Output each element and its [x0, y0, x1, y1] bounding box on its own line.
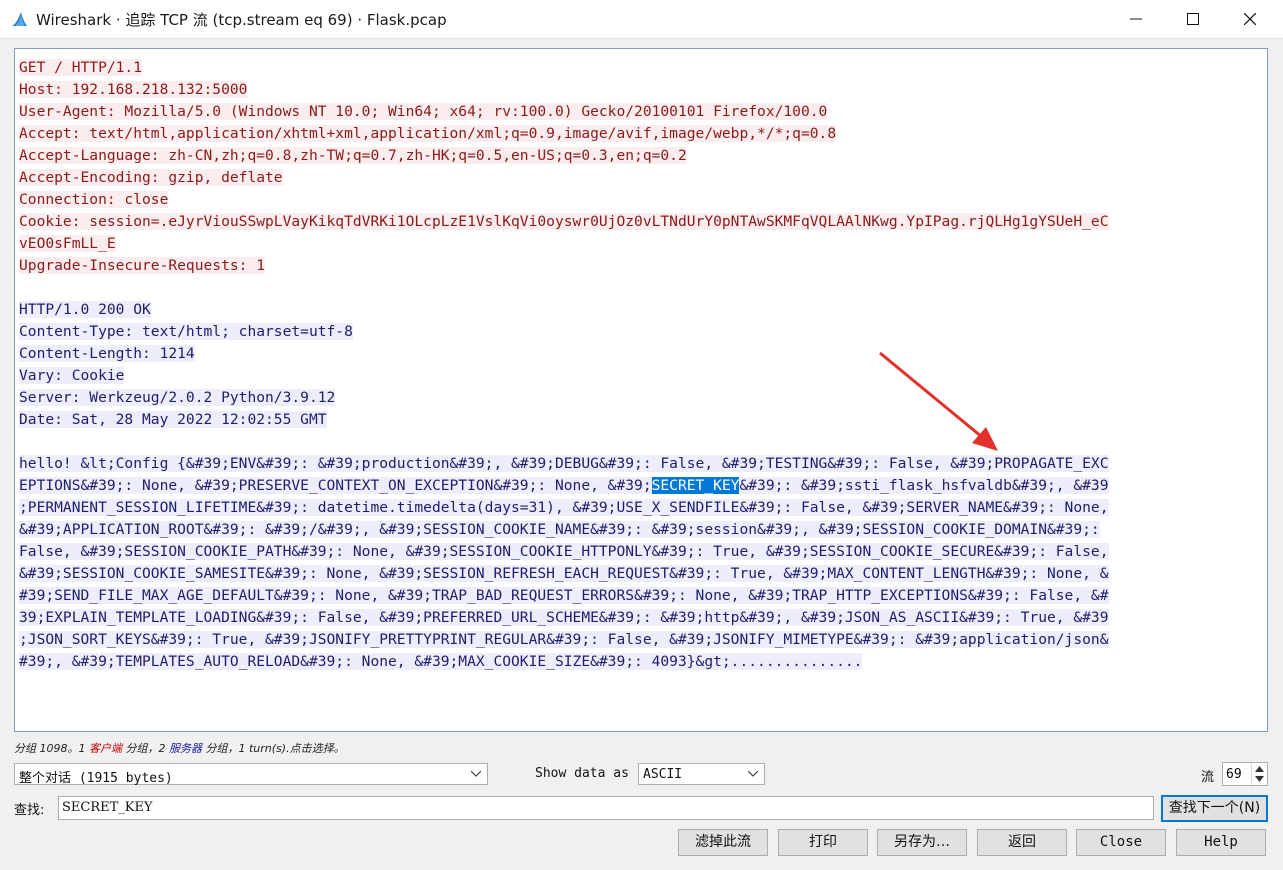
- maximize-button[interactable]: [1165, 0, 1222, 38]
- close-button[interactable]: Close: [1076, 829, 1166, 856]
- annotation-arrow-icon: [879, 351, 998, 451]
- stream-line: #39;SEND_FILE_MAX_AGE_DEFAULT&#39;: None…: [19, 587, 1109, 604]
- spin-arrows[interactable]: [1251, 763, 1267, 785]
- spin-up-icon[interactable]: [1255, 766, 1264, 772]
- print-button[interactable]: 打印: [778, 829, 868, 856]
- spin-down-icon[interactable]: [1255, 776, 1264, 782]
- close-window-button[interactable]: [1222, 0, 1279, 38]
- show-data-label: Show data as: [535, 766, 629, 781]
- wireshark-fin-icon: [12, 12, 27, 26]
- response-block: HTTP/1.0 200 OK Content-Type: text/html;…: [19, 299, 1267, 673]
- status-text: 分组 1098。1 客户端 分组，2 服务器 分组，1 turn(s).点击选择…: [14, 742, 345, 755]
- stream-line: Accept-Language: zh-CN,zh;q=0.8,zh-TW;q=…: [19, 147, 687, 164]
- stream-line: vEO0sFmLL_E: [19, 235, 116, 252]
- stream-line: Host: 192.168.218.132:5000: [19, 81, 248, 98]
- stream-line: &#39;APPLICATION_ROOT&#39;: &#39;/&#39;,…: [19, 521, 1100, 538]
- stream-line: Content-Type: text/html; charset=utf-8: [19, 323, 353, 340]
- window-title: Wireshark · 追踪 TCP 流 (tcp.stream eq 69) …: [36, 11, 447, 29]
- close-icon: [1244, 13, 1256, 25]
- request-block: GET / HTTP/1.1 Host: 192.168.218.132:500…: [19, 57, 1267, 277]
- conversation-select[interactable]: 整个对话 (1915 bytes): [14, 763, 488, 786]
- stream-line: GET / HTTP/1.1: [19, 59, 143, 76]
- stream-line: Content-Length: 1214: [19, 345, 195, 362]
- stream-line: Server: Werkzeug/2.0.2 Python/3.9.12: [19, 389, 336, 406]
- minimize-icon: [1130, 18, 1142, 20]
- chevron-down-icon: [471, 771, 481, 777]
- stream-line: User-Agent: Mozilla/5.0 (Windows NT 10.0…: [19, 103, 828, 120]
- stream-line: False, &#39;SESSION_COOKIE_PATH&#39;: No…: [19, 543, 1109, 560]
- find-label: 查找:: [14, 803, 45, 818]
- save-as-button[interactable]: 另存为…: [877, 829, 967, 856]
- stream-line: Accept-Encoding: gzip, deflate: [19, 169, 283, 186]
- find-input[interactable]: SECRET_KEY: [58, 796, 1154, 820]
- stream-line: 39;EXPLAIN_TEMPLATE_LOADING&#39;: False,…: [19, 609, 1109, 626]
- find-next-button[interactable]: 查找下一个(N): [1161, 795, 1268, 822]
- search-match-highlight: SECRET_KEY: [651, 477, 740, 494]
- stream-line: #39;, &#39;TEMPLATES_AUTO_RELOAD&#39;: N…: [19, 653, 863, 670]
- maximize-icon: [1187, 13, 1199, 25]
- back-button[interactable]: 返回: [977, 829, 1067, 856]
- stream-label: 流: [1201, 770, 1215, 785]
- title-bar: Wireshark · 追踪 TCP 流 (tcp.stream eq 69) …: [0, 0, 1283, 39]
- show-data-select[interactable]: ASCII: [638, 763, 765, 785]
- stream-line: Accept: text/html,application/xhtml+xml,…: [19, 125, 837, 142]
- chevron-down-icon: [748, 771, 758, 777]
- stream-line: Upgrade-Insecure-Requests: 1: [19, 257, 266, 274]
- stream-line: ;PERMANENT_SESSION_LIFETIME&#39;: dateti…: [19, 499, 1109, 516]
- stream-line: Vary: Cookie: [19, 367, 125, 384]
- stream-line: Date: Sat, 28 May 2022 12:02:55 GMT: [19, 411, 327, 428]
- stream-line: EPTIONS&#39;: None, &#39;PRESERVE_CONTEX…: [19, 477, 1109, 494]
- tcp-stream-text[interactable]: GET / HTTP/1.1 Host: 192.168.218.132:500…: [14, 48, 1268, 732]
- minimize-button[interactable]: [1108, 0, 1165, 38]
- stream-line: Cookie: session=.eJyrViouSSwpLVayKikqTdV…: [19, 213, 1109, 230]
- stream-line: &#39;SESSION_COOKIE_SAMESITE&#39;: None,…: [19, 565, 1109, 582]
- stream-line: hello! &lt;Config {&#39;ENV&#39;: &#39;p…: [19, 455, 1109, 472]
- stream-line: ;JSON_SORT_KEYS&#39;: True, &#39;JSONIFY…: [19, 631, 1109, 648]
- help-button[interactable]: Help: [1176, 829, 1266, 856]
- stream-number-spinbox[interactable]: 69: [1222, 762, 1268, 786]
- stream-line: Connection: close: [19, 191, 169, 208]
- stream-line: HTTP/1.0 200 OK: [19, 301, 151, 318]
- filter-out-stream-button[interactable]: 滤掉此流: [678, 829, 768, 856]
